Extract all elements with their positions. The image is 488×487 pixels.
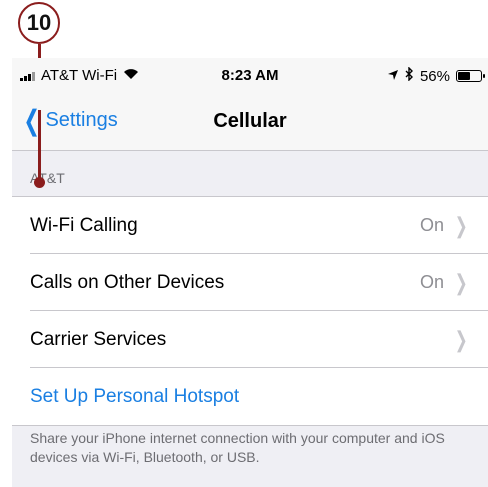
- phone-screen: AT&T Wi-Fi 8:23 AM 56% ❮ Settings Cellul…: [12, 58, 488, 487]
- row-label: Set Up Personal Hotspot: [30, 385, 240, 407]
- callout-dot: [34, 177, 45, 188]
- callout-number: 10: [26, 10, 52, 35]
- bluetooth-icon: [405, 66, 414, 85]
- row-label: Carrier Services: [30, 328, 167, 350]
- wifi-calling-row[interactable]: Wi-Fi Calling On ❯: [12, 197, 488, 254]
- callout-badge: 10: [18, 2, 60, 44]
- battery-percent: 56%: [419, 67, 450, 85]
- row-value: On: [419, 272, 444, 292]
- row-label: Wi-Fi Calling: [30, 214, 138, 236]
- footer-text: Share your iPhone internet connection wi…: [30, 430, 445, 465]
- status-bar: AT&T Wi-Fi 8:23 AM 56%: [12, 58, 488, 94]
- callout-line: [38, 110, 41, 180]
- row-value: On: [419, 215, 444, 235]
- navigation-bar: ❮ Settings Cellular: [12, 94, 488, 151]
- settings-group: Wi-Fi Calling On ❯ Calls on Other Device…: [12, 196, 488, 426]
- page-title: Cellular: [213, 110, 287, 132]
- status-right: 56%: [387, 66, 485, 85]
- personal-hotspot-link[interactable]: Set Up Personal Hotspot: [12, 368, 488, 425]
- location-icon: [387, 68, 399, 85]
- row-label: Calls on Other Devices: [30, 271, 225, 293]
- battery-icon: [456, 70, 485, 82]
- carrier-services-row[interactable]: Carrier Services ❯: [12, 311, 488, 368]
- calls-other-devices-row[interactable]: Calls on Other Devices On ❯: [12, 254, 488, 311]
- chevron-right-icon: ❯: [454, 212, 468, 238]
- chevron-right-icon: ❯: [454, 326, 468, 352]
- chevron-right-icon: ❯: [454, 269, 468, 295]
